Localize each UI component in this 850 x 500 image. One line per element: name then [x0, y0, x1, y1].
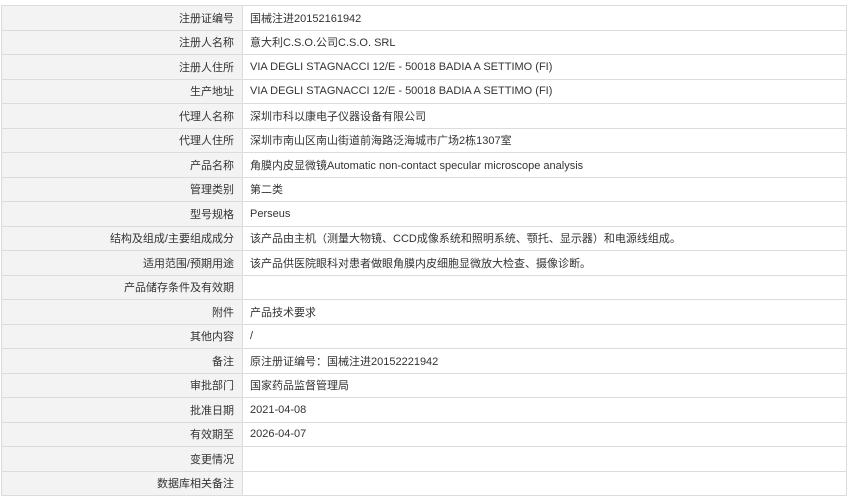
structure-composition-value: 该产品由主机（测量大物镜、CCD成像系统和照明系统、颚托、显示器）和电源线组成。 — [242, 225, 847, 251]
approval-department-value: 国家药品监督管理局 — [242, 372, 847, 398]
approval-department-label: 审批部门 — [1, 372, 243, 398]
model-spec-value: Perseus — [242, 201, 847, 227]
row-remarks: 备注 原注册证编号：国械注进20152221942 — [1, 348, 847, 374]
row-model-spec: 型号规格 Perseus — [1, 201, 847, 227]
database-remarks-label: 数据库相关备注 — [1, 470, 243, 496]
production-address-value: VIA DEGLI STAGNACCI 12/E - 50018 BADIA A… — [242, 78, 847, 104]
product-name-label: 产品名称 — [1, 152, 243, 178]
approval-date-label: 批准日期 — [1, 397, 243, 423]
attachment-label: 附件 — [1, 299, 243, 325]
agent-name-value: 深圳市科以康电子仪器设备有限公司 — [242, 103, 847, 129]
intended-use-value: 该产品供医院眼科对患者做眼角膜内皮细胞显微放大检查、摄像诊断。 — [242, 250, 847, 276]
registrant-address-label: 注册人住所 — [1, 54, 243, 80]
storage-validity-value — [242, 274, 847, 300]
structure-composition-label: 结构及组成/主要组成成分 — [1, 225, 243, 251]
row-management-category: 管理类别 第二类 — [1, 176, 847, 202]
row-approval-date: 批准日期 2021-04-08 — [1, 397, 847, 423]
row-intended-use: 适用范围/预期用途 该产品供医院眼科对患者做眼角膜内皮细胞显微放大检查、摄像诊断… — [1, 250, 847, 276]
valid-until-value: 2026-04-07 — [242, 421, 847, 447]
row-product-name: 产品名称 角膜内皮显微镜Automatic non-contact specul… — [1, 152, 847, 178]
row-production-address: 生产地址 VIA DEGLI STAGNACCI 12/E - 50018 BA… — [1, 78, 847, 104]
row-other-content: 其他内容 / — [1, 323, 847, 349]
management-category-value: 第二类 — [242, 176, 847, 202]
row-storage-validity: 产品储存条件及有效期 — [1, 274, 847, 300]
row-change-status: 变更情况 — [1, 446, 847, 472]
management-category-label: 管理类别 — [1, 176, 243, 202]
registrant-address-value: VIA DEGLI STAGNACCI 12/E - 50018 BADIA A… — [242, 54, 847, 80]
row-agent-address: 代理人住所 深圳市南山区南山街道前海路泛海城市广场2栋1307室 — [1, 127, 847, 153]
attachment-value: 产品技术要求 — [242, 299, 847, 325]
remarks-value: 原注册证编号：国械注进20152221942 — [242, 348, 847, 374]
registration-number-value: 国械注进20152161942 — [242, 5, 847, 31]
registration-number-label: 注册证编号 — [1, 5, 243, 31]
row-registration-number: 注册证编号 国械注进20152161942 — [1, 5, 847, 31]
agent-address-value: 深圳市南山区南山街道前海路泛海城市广场2栋1307室 — [242, 127, 847, 153]
agent-address-label: 代理人住所 — [1, 127, 243, 153]
approval-date-value: 2021-04-08 — [242, 397, 847, 423]
row-attachment: 附件 产品技术要求 — [1, 299, 847, 325]
registration-detail-table: 注册证编号 国械注进20152161942 注册人名称 意大利C.S.O.公司C… — [1, 5, 847, 496]
row-database-remarks: 数据库相关备注 — [1, 470, 847, 496]
change-status-label: 变更情况 — [1, 446, 243, 472]
product-name-value: 角膜内皮显微镜Automatic non-contact specular mi… — [242, 152, 847, 178]
agent-name-label: 代理人名称 — [1, 103, 243, 129]
row-approval-department: 审批部门 国家药品监督管理局 — [1, 372, 847, 398]
database-remarks-value — [242, 470, 847, 496]
registrant-name-label: 注册人名称 — [1, 29, 243, 55]
remarks-label: 备注 — [1, 348, 243, 374]
intended-use-label: 适用范围/预期用途 — [1, 250, 243, 276]
row-structure-composition: 结构及组成/主要组成成分 该产品由主机（测量大物镜、CCD成像系统和照明系统、颚… — [1, 225, 847, 251]
production-address-label: 生产地址 — [1, 78, 243, 104]
valid-until-label: 有效期至 — [1, 421, 243, 447]
registrant-name-value: 意大利C.S.O.公司C.S.O. SRL — [242, 29, 847, 55]
storage-validity-label: 产品储存条件及有效期 — [1, 274, 243, 300]
other-content-value: / — [242, 323, 847, 349]
model-spec-label: 型号规格 — [1, 201, 243, 227]
change-status-value — [242, 446, 847, 472]
row-agent-name: 代理人名称 深圳市科以康电子仪器设备有限公司 — [1, 103, 847, 129]
other-content-label: 其他内容 — [1, 323, 243, 349]
row-valid-until: 有效期至 2026-04-07 — [1, 421, 847, 447]
row-registrant-name: 注册人名称 意大利C.S.O.公司C.S.O. SRL — [1, 29, 847, 55]
row-registrant-address: 注册人住所 VIA DEGLI STAGNACCI 12/E - 50018 B… — [1, 54, 847, 80]
